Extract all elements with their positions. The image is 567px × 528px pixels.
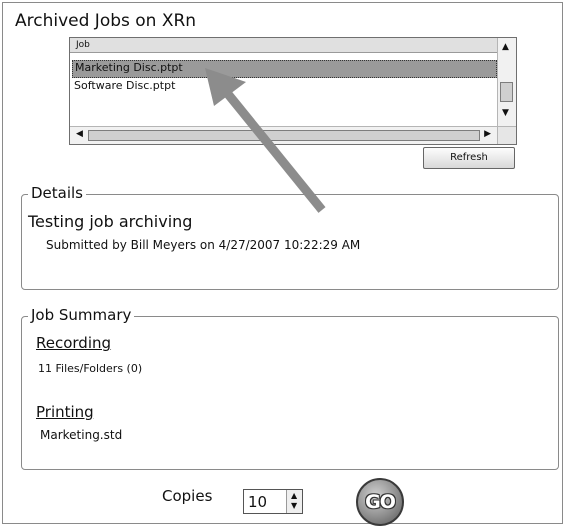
spin-up-icon[interactable]: ▲ (291, 492, 297, 500)
copies-value[interactable]: 10 (248, 493, 267, 511)
recording-value: 11 Files/Folders (0) (38, 362, 143, 375)
copies-spinner[interactable]: ▲ ▼ (286, 490, 302, 513)
recording-heading: Recording (36, 334, 112, 352)
page-title: Archived Jobs on XRn (15, 11, 197, 31)
job-name: Testing job archiving (28, 212, 193, 231)
column-header-job[interactable]: Job (70, 38, 497, 53)
copies-label: Copies (162, 487, 213, 505)
vertical-scroll-thumb[interactable] (500, 82, 513, 102)
scrollbar-corner (497, 126, 516, 144)
horizontal-scrollbar[interactable]: ◀ ▶ (70, 126, 497, 144)
scroll-left-icon[interactable]: ◀ (76, 129, 83, 139)
printing-value: Marketing.std (40, 428, 123, 442)
vertical-scrollbar[interactable]: ▲ ▼ (497, 38, 516, 126)
refresh-button[interactable]: Refresh (423, 147, 515, 169)
copies-stepper[interactable]: 10 ▲ ▼ (243, 489, 303, 514)
scroll-right-icon[interactable]: ▶ (484, 129, 491, 139)
job-summary-group: Job Summary Recording 11 Files/Folders (… (21, 306, 559, 470)
archived-jobs-panel: Archived Jobs on XRn Job Marketing Disc.… (2, 2, 563, 526)
scroll-down-icon[interactable]: ▼ (502, 108, 509, 118)
list-item[interactable]: Software Disc.ptpt (72, 78, 497, 94)
details-group: Details Testing job archiving Submitted … (21, 184, 559, 290)
scroll-up-icon[interactable]: ▲ (502, 42, 509, 52)
go-button[interactable]: GO (356, 478, 404, 526)
horizontal-scroll-thumb[interactable] (88, 130, 480, 141)
job-list[interactable]: Job Marketing Disc.ptpt Software Disc.pt… (69, 37, 517, 145)
submitted-info: Submitted by Bill Meyers on 4/27/2007 10… (46, 238, 361, 252)
job-list-rows: Marketing Disc.ptpt Software Disc.ptpt (72, 60, 497, 94)
spin-down-icon[interactable]: ▼ (291, 502, 297, 510)
printing-heading: Printing (36, 403, 94, 421)
go-label: GO (365, 491, 396, 513)
list-item[interactable]: Marketing Disc.ptpt (72, 60, 497, 78)
details-legend: Details (28, 184, 87, 202)
job-summary-legend: Job Summary (28, 306, 135, 324)
